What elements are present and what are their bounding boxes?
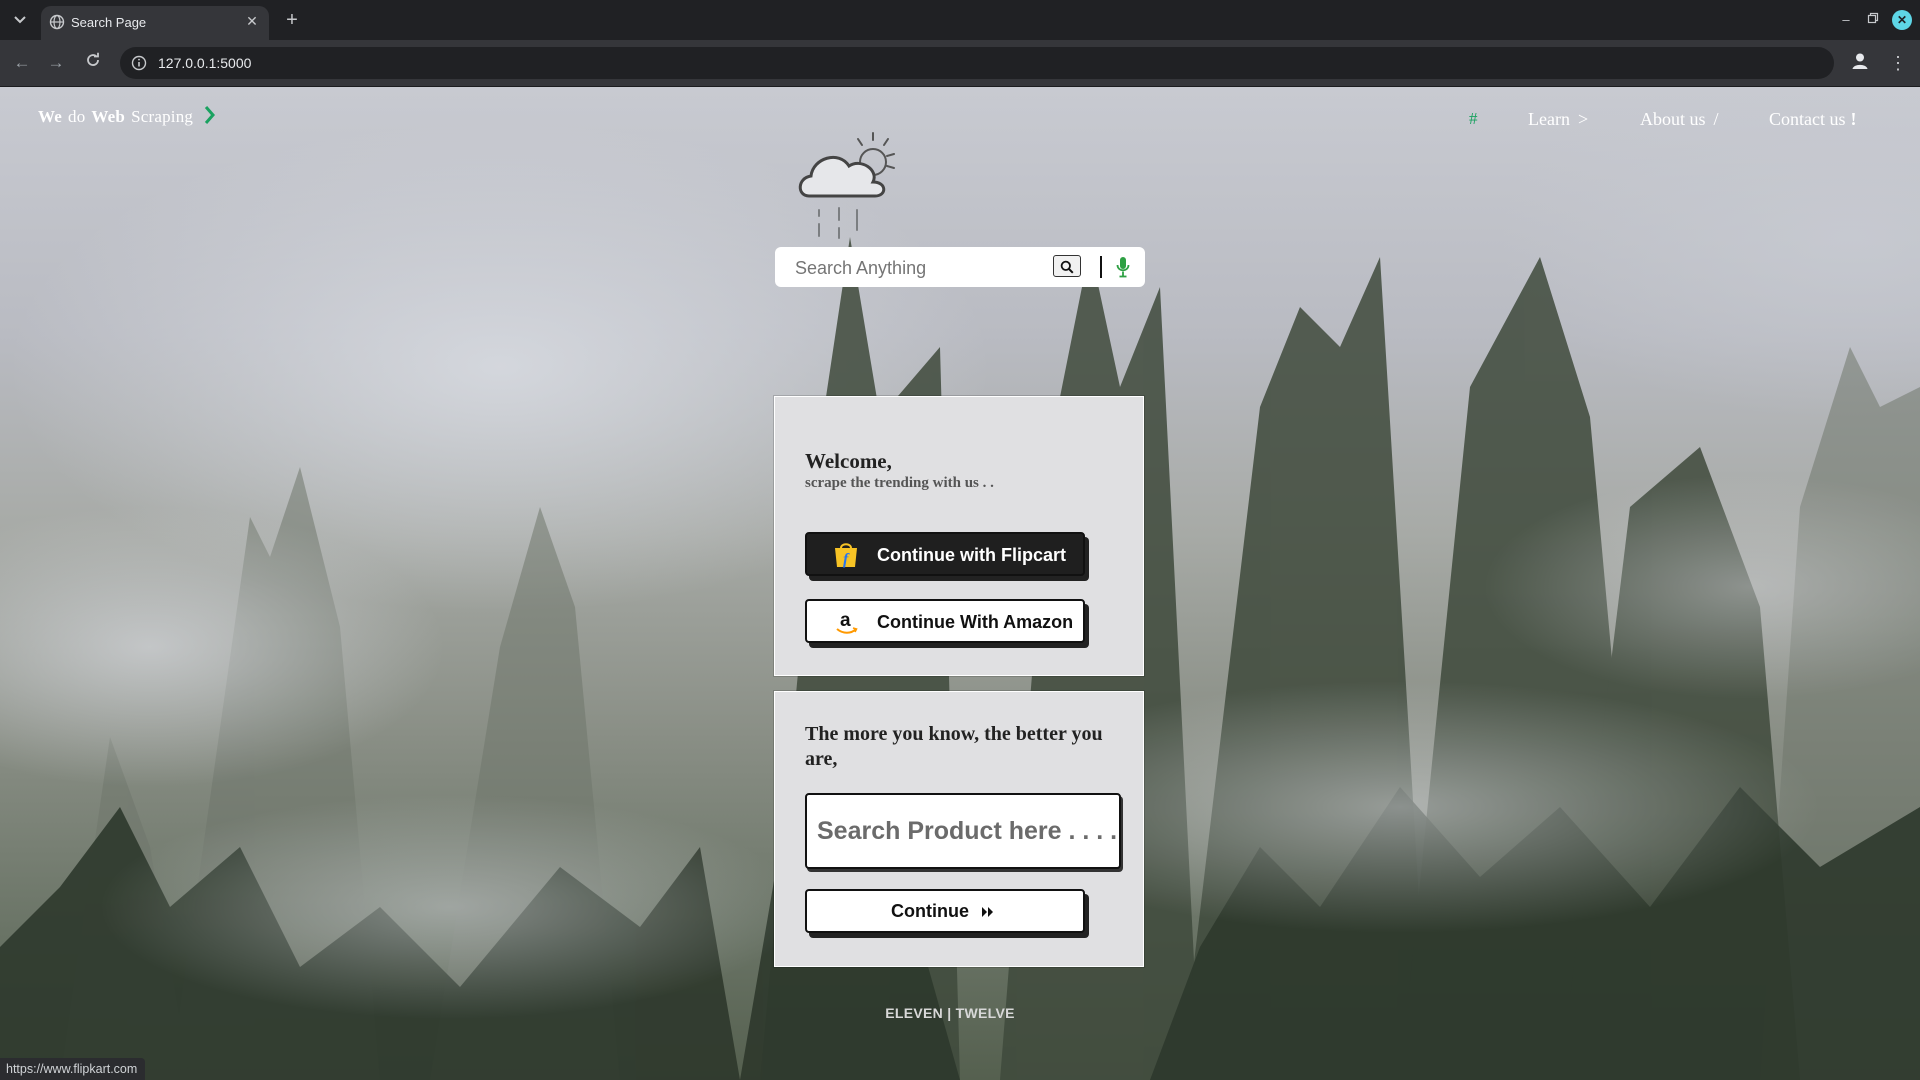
product-search-card: The more you know, the better you are, C… [774,691,1144,967]
nav-about-label: About us [1640,109,1706,129]
site-info-icon[interactable] [130,54,148,72]
search-icon [1060,260,1074,274]
status-url-preview: https://www.flipkart.com [0,1058,146,1080]
search-divider [1100,256,1102,278]
product-quote: The more you know, the better you are, [805,723,1103,770]
forward-icon[interactable]: → [44,51,68,75]
browser-toolbar: ← → 127.0.0.1:5000 ☆ ⋮ [0,40,1920,87]
welcome-title: Welcome, [805,449,892,473]
tab-search-page[interactable]: Search Page ✕ [41,6,269,40]
continue-button[interactable]: Continue [805,889,1085,933]
continue-flipkart-button[interactable]: f Continue with Flipcart [805,532,1085,576]
maximize-icon[interactable] [1861,8,1885,32]
brand-word-3: Web [91,107,126,126]
tab-title: Search Page [71,15,147,30]
window-close-icon[interactable]: ✕ [1892,10,1912,30]
menu-icon[interactable]: ⋮ [1888,50,1908,76]
welcome-card: Welcome, scrape the trending with us . .… [774,396,1144,676]
close-icon[interactable]: ✕ [243,12,261,30]
amazon-button-label: Continue With Amazon [877,612,1074,632]
nav-contact-link[interactable]: Contact us! [1769,109,1857,130]
nav-about-separator: / [1713,109,1719,129]
search-button[interactable] [1053,255,1081,277]
weather-icon [798,132,895,239]
brand-logo[interactable]: We do Web Scraping [38,107,193,127]
tab-bar: Search Page ✕ + – ✕ [0,0,1920,40]
chevron-right-icon [204,106,215,124]
footer-credit: ELEVEN | TWELVE [885,1005,1015,1021]
nav-hash-link[interactable]: # [1469,109,1478,129]
profile-icon[interactable] [1848,49,1872,73]
mic-icon[interactable] [1116,256,1130,278]
nav-about-link[interactable]: About us / [1640,109,1719,130]
flipkart-button-label: Continue with Flipcart [877,545,1066,565]
tab-list-icon[interactable] [6,8,34,32]
brand-word-4: Scraping [131,107,194,126]
plus-icon[interactable]: + [280,8,304,32]
globe-icon [49,14,65,30]
continue-amazon-button[interactable]: a Continue With Amazon [805,599,1085,643]
product-search-input[interactable] [805,793,1121,869]
amazon-icon: a [836,610,858,634]
back-icon[interactable]: ← [10,51,34,75]
continue-button-label: Continue [891,901,969,921]
minimize-icon[interactable]: – [1834,8,1858,32]
nav-learn-separator: > [1577,109,1589,129]
nav-learn-label: Learn [1528,109,1570,129]
address-bar[interactable]: 127.0.0.1:5000 ☆ [120,47,1834,79]
brand-word-1: We [38,107,63,126]
flipkart-icon: f [835,543,857,568]
welcome-subtitle: scrape the trending with us . . [805,475,994,491]
nav-contact-label: Contact us [1769,109,1846,129]
reload-icon[interactable] [81,51,105,75]
double-chevron-icon [982,907,993,917]
nav-learn-link[interactable]: Learn > [1528,109,1588,130]
search-input[interactable] [793,255,1047,281]
search-bar [775,247,1145,287]
nav-contact-separator: ! [1850,109,1857,129]
url-text[interactable]: 127.0.0.1:5000 [158,55,251,71]
page-viewport: We do Web Scraping # Learn > About us / Conta… [0,87,1920,1080]
svg-text:a: a [840,610,851,631]
brand-word-2: do [68,107,86,126]
